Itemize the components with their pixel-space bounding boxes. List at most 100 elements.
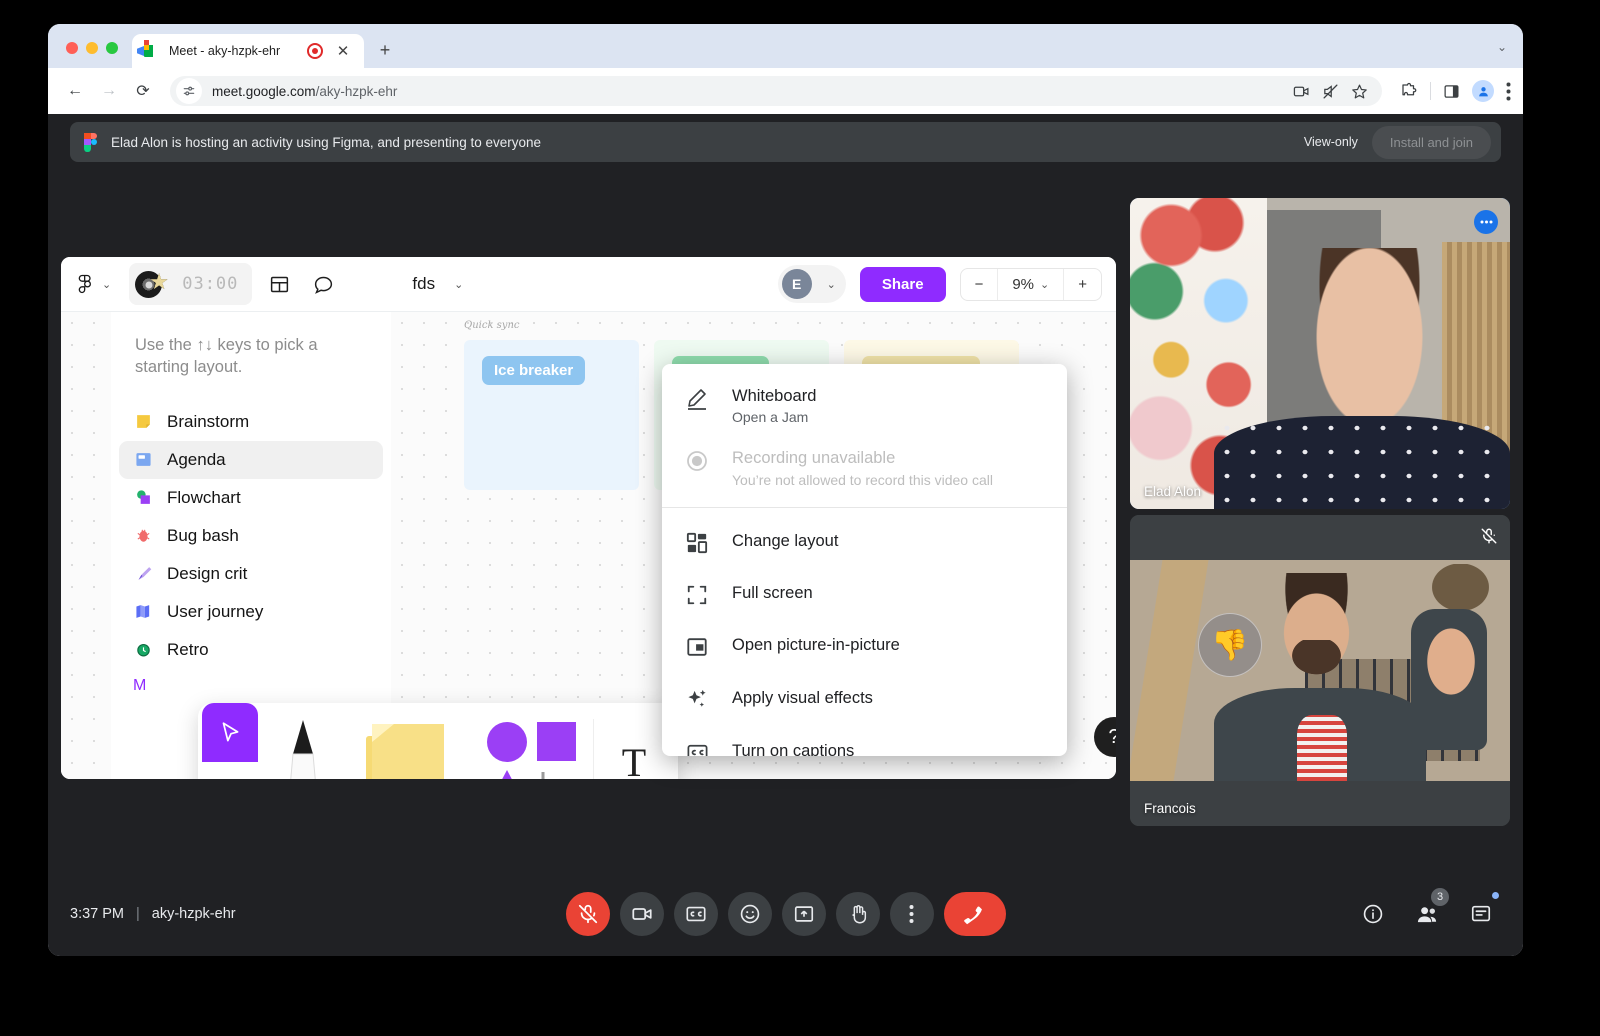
browser-tab-strip: Meet - aky-hzpk-ehr ✕ + ⌄ bbox=[48, 24, 1523, 68]
captions-button[interactable] bbox=[673, 892, 718, 936]
layout-item-retro[interactable]: Retro bbox=[119, 631, 383, 669]
layout-item-label: Agenda bbox=[167, 449, 226, 469]
figma-icon bbox=[84, 132, 97, 152]
unread-indicator bbox=[1492, 892, 1499, 899]
window-traffic-lights[interactable] bbox=[48, 42, 132, 68]
participant-video bbox=[1130, 198, 1510, 509]
profile-avatar-icon[interactable] bbox=[1472, 80, 1494, 102]
video-tile-elad-alon[interactable]: Elad Alon bbox=[1130, 198, 1510, 509]
layout-item-label: Flowchart bbox=[167, 487, 241, 507]
menu-item-picture-in-picture[interactable]: Open picture-in-picture bbox=[662, 620, 1067, 672]
flowchart-icon bbox=[133, 488, 153, 508]
site-settings-icon[interactable] bbox=[176, 78, 202, 104]
section-title: Ice breaker bbox=[482, 356, 586, 385]
layout-item-flowchart[interactable]: Flowchart bbox=[119, 479, 383, 517]
microphone-button[interactable] bbox=[565, 892, 610, 936]
more-options-button[interactable] bbox=[889, 892, 934, 936]
menu-item-title: Turn on captions bbox=[732, 741, 855, 756]
back-button[interactable]: ← bbox=[60, 76, 90, 106]
browser-tab-meet[interactable]: Meet - aky-hzpk-ehr ✕ bbox=[132, 34, 364, 68]
more-layouts-link[interactable]: M bbox=[111, 669, 391, 703]
chevron-down-icon[interactable]: ⌄ bbox=[827, 278, 836, 291]
address-bar[interactable]: meet.google.com/aky-hzpk-ehr bbox=[170, 76, 1382, 106]
layout-item-brainstorm[interactable]: Brainstorm bbox=[119, 403, 383, 441]
menu-item-subtitle: Open a Jam bbox=[732, 409, 809, 426]
more-options-icon[interactable] bbox=[1474, 210, 1498, 234]
figjam-toolbar: T bbox=[198, 703, 678, 779]
layout-item-agenda[interactable]: Agenda bbox=[119, 440, 383, 479]
hand-icon[interactable] bbox=[202, 762, 258, 779]
forward-button[interactable]: → bbox=[94, 76, 124, 106]
timer-value: 03:00 bbox=[182, 274, 239, 294]
call-controls bbox=[565, 892, 1006, 936]
menu-item-whiteboard[interactable]: Whiteboard Open a Jam bbox=[662, 374, 1067, 436]
meeting-info-text: 3:37 PM | aky-hzpk-ehr bbox=[70, 906, 236, 922]
leave-call-button[interactable] bbox=[943, 892, 1006, 936]
share-button[interactable]: Share bbox=[859, 266, 946, 302]
layout-item-user-journey[interactable]: User journey bbox=[119, 593, 383, 631]
picture-in-picture-icon bbox=[684, 634, 710, 658]
zoom-controls: − 9% ⌄ + bbox=[959, 267, 1102, 301]
shapes-icon[interactable] bbox=[468, 703, 593, 779]
reaction-badge: 👎 bbox=[1198, 613, 1262, 677]
participants-button[interactable]: 3 bbox=[1407, 888, 1449, 934]
menu-item-visual-effects[interactable]: Apply visual effects bbox=[662, 672, 1067, 725]
menu-item-title: Whiteboard bbox=[732, 387, 817, 405]
google-meet-icon bbox=[137, 40, 160, 59]
minimize-window-button[interactable] bbox=[86, 42, 98, 54]
zoom-level-dropdown[interactable]: 9% ⌄ bbox=[998, 269, 1063, 300]
side-panel-icon[interactable] bbox=[1443, 83, 1460, 100]
figma-avatar-group[interactable]: E ⌄ bbox=[777, 265, 846, 303]
menu-item-change-layout[interactable]: Change layout bbox=[662, 516, 1067, 568]
extensions-puzzle-icon[interactable] bbox=[1400, 82, 1418, 100]
chevron-down-icon: ⌄ bbox=[1040, 278, 1050, 291]
menu-item-title: Apply visual effects bbox=[732, 688, 873, 707]
close-window-button[interactable] bbox=[66, 42, 78, 54]
sparkle-icon bbox=[684, 686, 710, 711]
install-and-join-button[interactable]: Install and join bbox=[1371, 125, 1491, 159]
participant-count-badge: 3 bbox=[1431, 888, 1449, 906]
cast-camera-icon[interactable] bbox=[1293, 83, 1310, 100]
chevron-down-icon[interactable]: ⌄ bbox=[102, 278, 111, 291]
figma-timer[interactable]: ★ 03:00 bbox=[129, 263, 253, 305]
sticky-note-icon bbox=[133, 412, 153, 432]
zoom-in-button[interactable]: + bbox=[1064, 269, 1101, 300]
map-icon bbox=[133, 602, 153, 622]
reload-button[interactable]: ⟳ bbox=[128, 76, 158, 106]
close-icon[interactable]: ✕ bbox=[332, 40, 354, 62]
board-section-ice-breaker[interactable]: Ice breaker bbox=[464, 340, 639, 490]
cursor-arrow-icon[interactable] bbox=[202, 703, 258, 762]
maximize-window-button[interactable] bbox=[106, 42, 118, 54]
video-tile-francois[interactable]: 👎 Francois bbox=[1130, 515, 1510, 826]
comment-bubble-icon[interactable] bbox=[306, 267, 340, 301]
raise-hand-button[interactable] bbox=[835, 892, 880, 936]
chat-button[interactable] bbox=[1461, 892, 1501, 934]
chevron-down-icon[interactable]: ⌄ bbox=[1497, 40, 1523, 68]
layout-item-design-crit[interactable]: Design crit bbox=[119, 555, 383, 593]
menu-item-captions[interactable]: Turn on captions bbox=[662, 725, 1067, 756]
present-button[interactable] bbox=[781, 892, 826, 936]
recording-indicator-icon[interactable] bbox=[307, 43, 323, 59]
figma-file-name[interactable]: fds ⌄ bbox=[412, 274, 463, 294]
video-tile-strip: Elad Alon 👎 Francois bbox=[1130, 198, 1510, 826]
browser-window: Meet - aky-hzpk-ehr ✕ + ⌄ ← → ⟳ meet.goo… bbox=[48, 24, 1523, 956]
activity-banner: Elad Alon is hosting an activity using F… bbox=[70, 122, 1501, 162]
reactions-button[interactable] bbox=[727, 892, 772, 936]
marker-pen-icon[interactable] bbox=[258, 703, 348, 779]
panel-layout-icon[interactable] bbox=[262, 267, 296, 301]
board-title: Quick sync bbox=[464, 320, 520, 331]
zoom-out-button[interactable]: − bbox=[961, 269, 998, 300]
chevron-down-icon[interactable]: ⌄ bbox=[454, 278, 463, 291]
meet-control-bar: 3:37 PM | aky-hzpk-ehr 3 bbox=[48, 872, 1523, 956]
sticky-notes-icon[interactable] bbox=[348, 703, 468, 779]
new-tab-button[interactable]: + bbox=[374, 39, 396, 61]
menu-item-full-screen[interactable]: Full screen bbox=[662, 568, 1067, 620]
browser-menu-icon[interactable] bbox=[1506, 82, 1511, 101]
layout-item-bug-bash[interactable]: Bug bash bbox=[119, 517, 383, 555]
audio-muted-icon[interactable] bbox=[1322, 83, 1339, 100]
meeting-details-button[interactable] bbox=[1353, 894, 1393, 934]
camera-button[interactable] bbox=[619, 892, 664, 936]
fullscreen-icon bbox=[684, 582, 710, 606]
figma-logo-icon[interactable] bbox=[75, 274, 95, 294]
bookmark-star-icon[interactable] bbox=[1351, 83, 1368, 100]
